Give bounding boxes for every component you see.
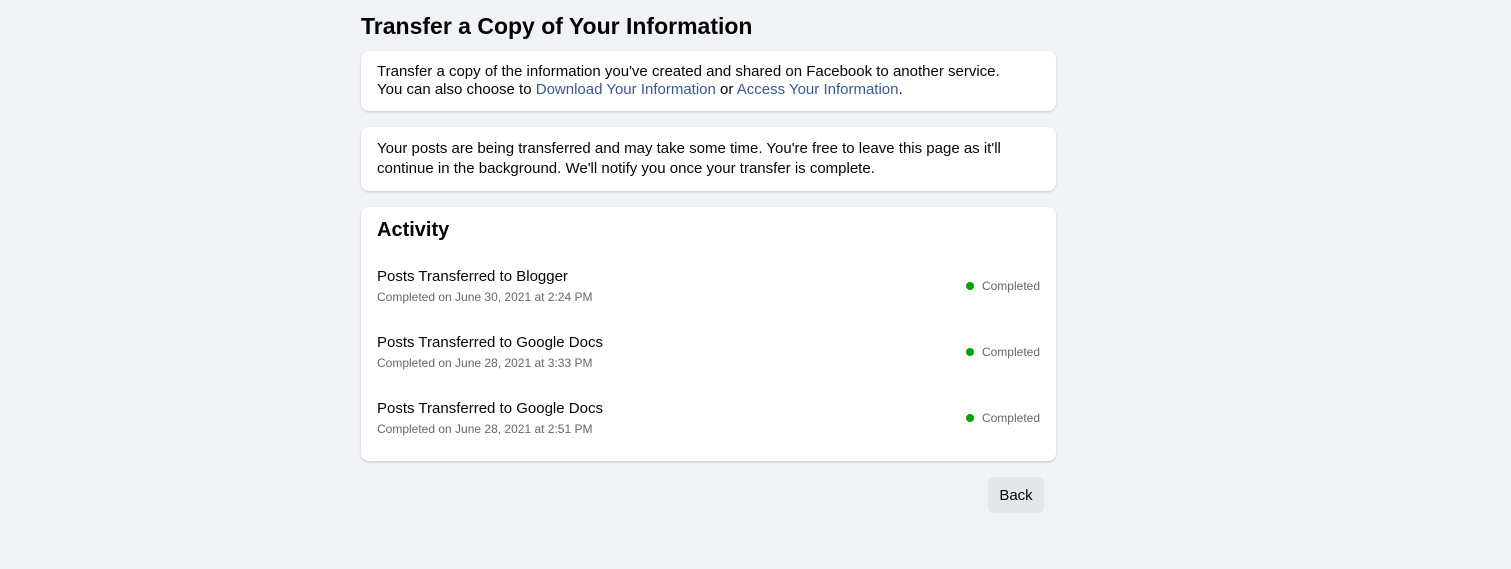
status-label: Completed bbox=[981, 411, 1040, 425]
access-your-information-link[interactable]: Access Your Information bbox=[737, 81, 899, 98]
intro-prefix: You can also choose to bbox=[377, 81, 536, 98]
activity-item-text: Posts Transferred to Google Docs Complet… bbox=[377, 333, 603, 371]
activity-item-subtitle: Completed on June 30, 2021 at 2:24 PM bbox=[377, 290, 593, 304]
status-badge: Completed bbox=[965, 279, 1040, 293]
page-title: Transfer a Copy of Your Information bbox=[361, 13, 753, 39]
status-dot-icon bbox=[965, 282, 974, 290]
intro-line-2: You can also choose to Download Your Inf… bbox=[377, 81, 1040, 99]
activity-item[interactable]: Posts Transferred to Google Docs Complet… bbox=[377, 385, 1040, 451]
activity-item-subtitle: Completed on June 28, 2021 at 3:33 PM bbox=[377, 356, 593, 370]
activity-item[interactable]: Posts Transferred to Blogger Completed o… bbox=[377, 253, 1040, 319]
activity-card: Activity Posts Transferred to Blogger Co… bbox=[361, 207, 1056, 461]
status-dot-icon bbox=[965, 348, 974, 356]
activity-item-subtitle: Completed on June 28, 2021 at 2:51 PM bbox=[377, 422, 593, 436]
intro-connector: or bbox=[715, 81, 737, 98]
activity-item-title: Posts Transferred to Blogger bbox=[377, 268, 568, 285]
activity-item-title: Posts Transferred to Google Docs bbox=[377, 334, 603, 351]
transfer-page: Transfer a Copy of Your Information Tran… bbox=[361, 12, 1056, 513]
back-button[interactable]: Back bbox=[988, 477, 1044, 513]
activity-item-text: Posts Transferred to Google Docs Complet… bbox=[377, 399, 603, 437]
status-label: Completed bbox=[981, 345, 1040, 359]
status-badge: Completed bbox=[965, 411, 1040, 425]
activity-heading: Activity bbox=[377, 219, 450, 241]
status-dot-icon bbox=[965, 414, 974, 422]
transfer-notice-text: Your posts are being transferred and may… bbox=[377, 140, 1001, 177]
download-your-information-link[interactable]: Download Your Information bbox=[536, 81, 716, 98]
activity-item-title: Posts Transferred to Google Docs bbox=[377, 400, 603, 417]
transfer-notice-card: Your posts are being transferred and may… bbox=[361, 127, 1056, 191]
footer: Back bbox=[361, 477, 1056, 513]
intro-line-1: Transfer a copy of the information you'v… bbox=[377, 63, 1000, 80]
status-label: Completed bbox=[981, 279, 1040, 293]
activity-item-text: Posts Transferred to Blogger Completed o… bbox=[377, 267, 592, 305]
status-badge: Completed bbox=[965, 345, 1040, 359]
activity-item[interactable]: Posts Transferred to Google Docs Complet… bbox=[377, 319, 1040, 385]
intro-card: Transfer a copy of the information you'v… bbox=[361, 51, 1056, 111]
intro-suffix: . bbox=[898, 81, 903, 98]
